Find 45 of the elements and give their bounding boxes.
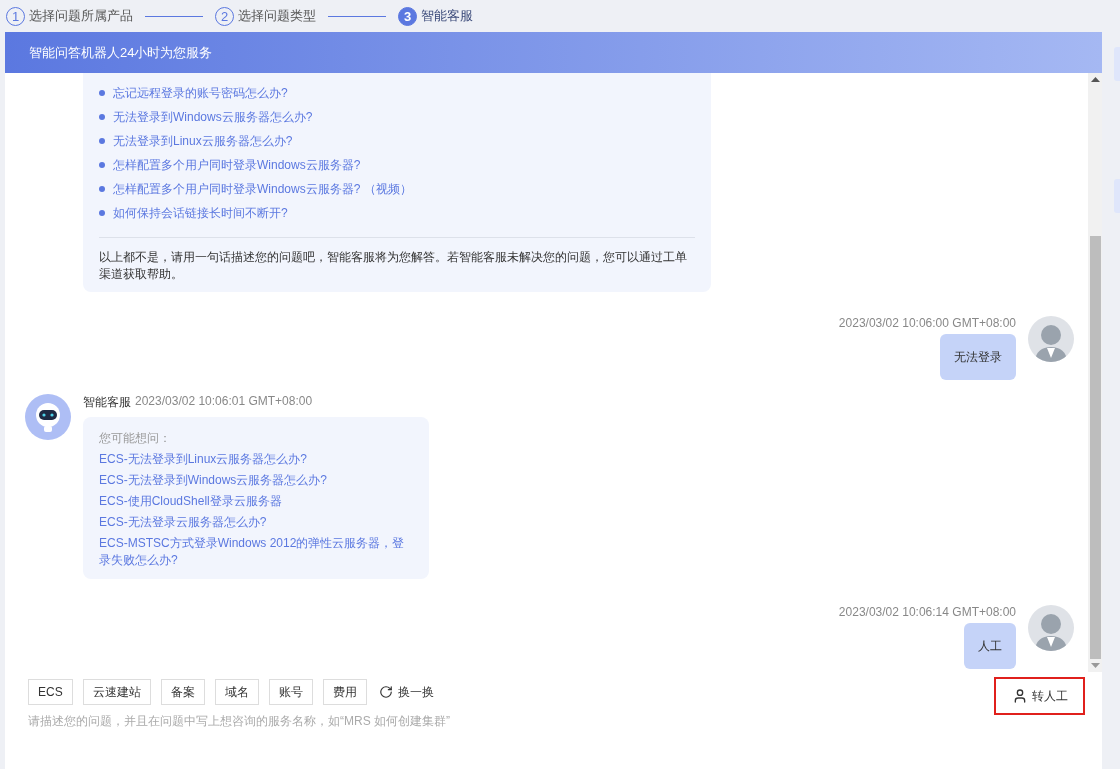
bullet-icon	[99, 186, 105, 192]
scroll-down-icon[interactable]	[1090, 663, 1100, 668]
user-message-bubble: 无法登录	[940, 334, 1016, 380]
quick-tag[interactable]: 账号	[268, 679, 313, 705]
quick-tag[interactable]: 云速建站	[82, 679, 151, 705]
sender-name: 智能客服	[83, 394, 131, 411]
question-link[interactable]: 怎样配置多个用户同时登录Windows云服务器? （视频）	[113, 180, 412, 198]
bullet-icon	[99, 210, 105, 216]
message-time: 2023/03/02 10:06:00 GMT+08:00	[838, 316, 1016, 330]
step-number: 3	[398, 6, 417, 26]
chat-banner: 智能问答机器人24小时为您服务	[5, 32, 1102, 73]
question-link[interactable]: 无法登录到Windows云服务器怎么办?	[113, 108, 313, 126]
step-label: 智能客服	[421, 7, 473, 25]
refresh-icon	[378, 685, 393, 699]
question-link[interactable]: 忘记远程登录的账号密码怎么办?	[113, 84, 288, 102]
user-message-bubble: 人工	[964, 623, 1016, 669]
step-label: 选择问题类型	[238, 7, 316, 25]
question-link[interactable]: 怎样配置多个用户同时登录Windows云服务器?	[113, 156, 361, 174]
suggestion-link[interactable]: ECS-无法登录云服务器怎么办?	[99, 514, 413, 531]
suggestion-link[interactable]: ECS-无法登录到Linux云服务器怎么办?	[99, 451, 413, 468]
user-avatar	[1028, 605, 1074, 651]
suggestion-link[interactable]: ECS-使用CloudShell登录云服务器	[99, 493, 413, 510]
robot-avatar	[25, 394, 71, 440]
step-label: 选择问题所属产品	[29, 7, 133, 25]
bullet-icon	[99, 90, 105, 96]
message-time: 2023/03/02 10:06:01 GMT+08:00	[135, 394, 313, 410]
quick-tag[interactable]: 备案	[160, 679, 205, 705]
scrollbar[interactable]	[1088, 73, 1102, 672]
quick-tag[interactable]: 域名	[214, 679, 259, 705]
user-avatar	[1028, 316, 1074, 362]
bullet-icon	[99, 162, 105, 168]
bullet-icon	[99, 114, 105, 120]
suggestion-link[interactable]: ECS-MSTSC方式登录Windows 2012的弹性云服务器，登录失败怎么办?	[99, 535, 413, 569]
bot-message-text: 以上都不是，请用一句话描述您的问题吧，智能客服将为您解答。若智能客服未解决您的问题，您可以通过工单渠道获取帮助。	[99, 249, 688, 283]
message-time: 2023/03/02 10:06:14 GMT+08:00	[838, 605, 1016, 619]
suggestion-link[interactable]: ECS-无法登录到Windows云服务器怎么办?	[99, 472, 413, 489]
question-link[interactable]: 如何保持会话链接长时间不断开?	[113, 204, 288, 222]
refresh-button[interactable]: 换一换	[376, 683, 434, 701]
scroll-up-icon[interactable]	[1090, 77, 1100, 82]
quick-tag[interactable]: 费用	[322, 679, 367, 705]
question-link[interactable]: 无法登录到Linux云服务器怎么办?	[113, 132, 293, 150]
suggestion-heading: 您可能想问：	[99, 430, 172, 447]
bullet-icon	[99, 138, 105, 144]
transfer-to-agent-button[interactable]: 转人工	[994, 677, 1085, 715]
quick-tag[interactable]: ECS	[28, 679, 73, 705]
